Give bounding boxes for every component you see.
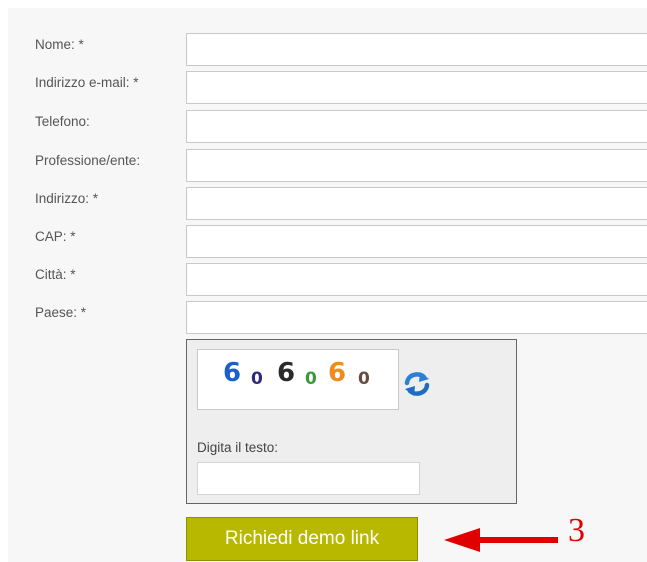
annotation-arrow-icon	[444, 528, 558, 552]
phone-label: Telefono:	[35, 114, 90, 129]
captcha-char-2: 0	[251, 369, 263, 389]
captcha-image: 6 0 6 0 6 0	[197, 349, 399, 410]
captcha-char-5: 6	[328, 358, 347, 388]
address-label: Indirizzo: *	[35, 191, 99, 206]
email-field[interactable]	[186, 71, 647, 104]
profession-label: Professione/ente:	[35, 153, 141, 168]
email-label: Indirizzo e-mail: *	[35, 75, 139, 90]
captcha-char-6: 0	[358, 369, 370, 389]
cap-field[interactable]	[186, 225, 647, 258]
name-field[interactable]	[186, 33, 647, 66]
cap-label: CAP: *	[35, 229, 76, 244]
address-field[interactable]	[186, 187, 647, 220]
city-label: Città: *	[35, 267, 76, 282]
captcha-char-4: 0	[305, 369, 317, 389]
annotation-step-number: 3	[568, 512, 585, 549]
captcha-input-label: Digita il testo:	[197, 440, 279, 455]
captcha-input[interactable]	[197, 462, 420, 495]
captcha-char-1: 6	[223, 358, 242, 388]
phone-field[interactable]	[186, 110, 647, 143]
country-label: Paese: *	[35, 305, 87, 320]
profession-field[interactable]	[186, 149, 647, 182]
captcha-box: 6 0 6 0 6 0 Digita il testo:	[186, 339, 517, 504]
name-label: Nome: *	[35, 37, 84, 52]
refresh-icon[interactable]	[403, 371, 431, 397]
captcha-char-3: 6	[277, 358, 296, 388]
city-field[interactable]	[186, 263, 647, 296]
request-demo-link-button[interactable]: Richiedi demo link	[186, 517, 418, 561]
country-field[interactable]	[186, 301, 647, 334]
